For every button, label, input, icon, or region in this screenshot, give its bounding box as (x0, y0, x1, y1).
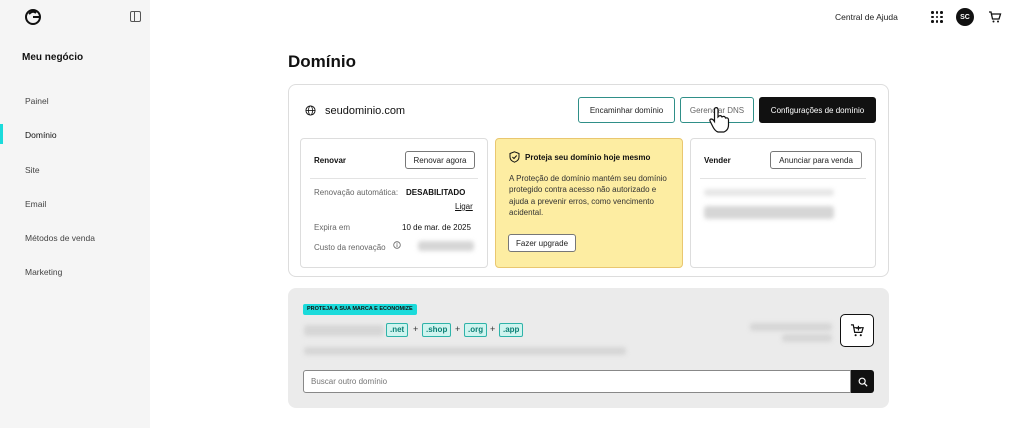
avatar[interactable]: SC (956, 8, 974, 26)
page-title: Domínio (288, 52, 356, 71)
shield-check-icon (509, 151, 520, 163)
promo-tag: PROTEJA A SUA MARCA E ECONOMIZE (303, 304, 417, 315)
renew-cost-label: Custo da renovação (314, 243, 386, 252)
expires-label: Expira em (314, 223, 351, 232)
apps-grid-icon[interactable] (931, 11, 943, 23)
divider (310, 178, 478, 179)
upgrade-button[interactable]: Fazer upgrade (508, 234, 576, 252)
collapse-sidebar-icon[interactable] (130, 11, 141, 22)
domain-name: seudominio.com (325, 105, 406, 117)
help-center-link[interactable]: Central de Ajuda (835, 12, 898, 22)
search-icon (858, 377, 868, 387)
active-indicator (0, 124, 3, 144)
hand-cursor-icon (709, 107, 730, 133)
renew-title: Renovar (314, 156, 347, 165)
tld-app: .app (499, 323, 524, 337)
plus-sign: + (455, 324, 461, 334)
protect-title: Proteja seu domínio hoje mesmo (525, 153, 651, 162)
blurred-price (750, 323, 832, 331)
add-to-cart-icon (850, 324, 864, 337)
expires-value: 10 de mar. de 2025 (402, 223, 471, 232)
brand-logo-icon[interactable] (24, 8, 42, 26)
domain-settings-button[interactable]: Configurações de domínio (759, 97, 876, 123)
plus-sign: + (413, 324, 419, 334)
sidebar-item-email[interactable]: Email (25, 199, 46, 209)
blurred-description (304, 347, 626, 355)
divider (700, 178, 866, 179)
info-icon[interactable] (393, 241, 401, 249)
search-button[interactable] (851, 370, 874, 393)
tld-shop: .shop (422, 323, 452, 337)
sidebar-title: Meu negócio (22, 52, 84, 63)
forward-domain-button[interactable]: Encaminhar domínio (578, 97, 675, 123)
list-for-sale-button[interactable]: Anunciar para venda (770, 151, 862, 169)
turn-on-link[interactable]: Ligar (455, 202, 473, 211)
sidebar-item-metodos-de-venda[interactable]: Métodos de venda (25, 233, 95, 243)
tld-org: .org (464, 323, 488, 337)
sidebar-item-site[interactable]: Site (25, 165, 40, 175)
blurred-text (704, 189, 834, 196)
add-to-cart-button[interactable] (840, 314, 874, 347)
sell-title: Vender (704, 156, 731, 165)
globe-icon (305, 105, 316, 116)
search-domain-input[interactable] (303, 370, 851, 393)
protect-body: A Proteção de domínio mantém seu domínio… (509, 174, 667, 217)
renew-now-button[interactable]: Renovar agora (405, 151, 475, 169)
sidebar-item-painel[interactable]: Painel (25, 96, 49, 106)
plus-sign: + (490, 324, 496, 334)
sidebar: Meu negócio Painel Domínio Site Email Mé… (0, 0, 150, 428)
sidebar-item-marketing[interactable]: Marketing (25, 267, 62, 277)
auto-renew-value: DESABILITADO (406, 188, 466, 197)
blurred-price (782, 334, 832, 342)
blurred-domain (304, 325, 384, 336)
blurred-price (418, 241, 474, 251)
blurred-price (704, 206, 834, 219)
sidebar-item-dominio[interactable]: Domínio (25, 130, 57, 140)
auto-renew-label: Renovação automática: (314, 188, 399, 197)
tld-net: .net (386, 323, 409, 337)
cart-icon[interactable] (988, 10, 1002, 24)
